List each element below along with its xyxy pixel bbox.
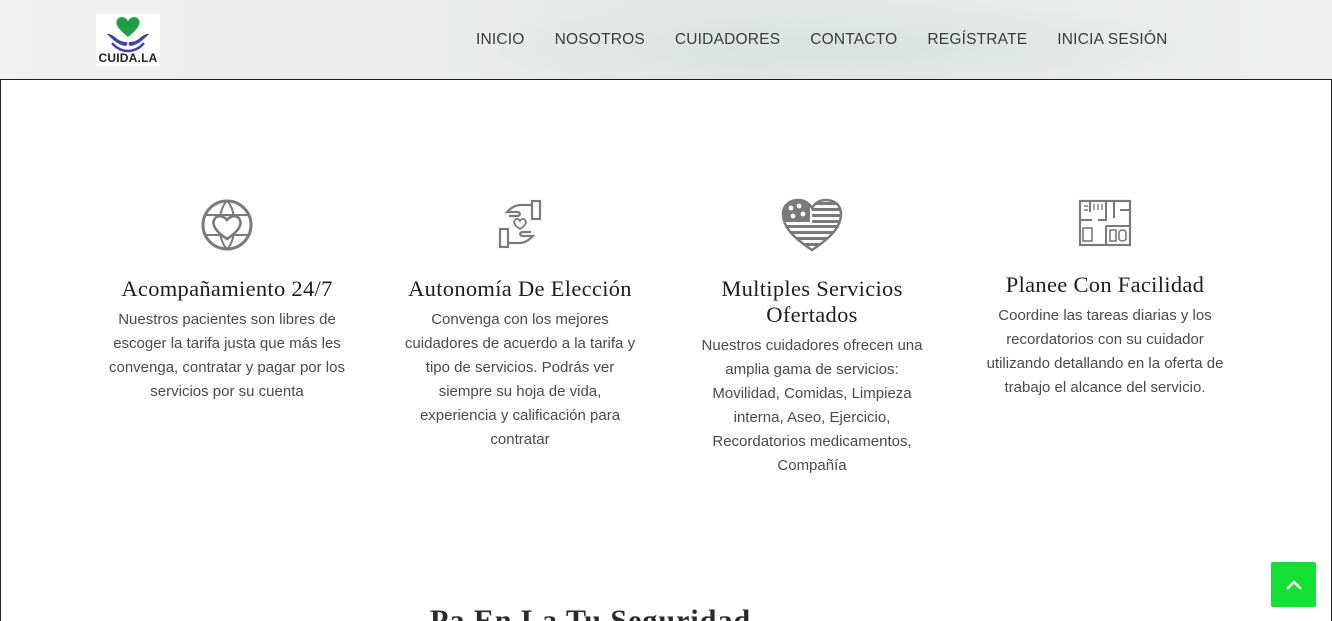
- brand-name: CUIDA.LA: [98, 51, 158, 65]
- feature-description: Coordine las tareas diarias y los record…: [986, 307, 1224, 396]
- feature-title: Planee Con Facilidad: [1005, 272, 1205, 297]
- floor-plan-icon: [1078, 199, 1132, 247]
- feature-card: Planee Con Facilidad Coordine las tareas…: [985, 198, 1225, 400]
- hands-heart-icon: [498, 199, 542, 249]
- feature-description: Nuestros cuidadores ofrecen una amplia g…: [701, 337, 923, 474]
- feature-description: Nuestros pacientes son libres de escoger…: [109, 311, 345, 400]
- chevron-up-icon: [1285, 579, 1302, 590]
- feature-title: Acompañamiento 24/7: [121, 276, 333, 301]
- brand-logo[interactable]: CUIDA.LA: [96, 14, 160, 66]
- feature-card: Autonomía De Elección Convenga con los m…: [400, 198, 640, 452]
- feature-card: Multiples Servicios Ofertados Nuestros c…: [692, 198, 932, 478]
- feature-card: Acompañamiento 24/7 Nuestros pacientes s…: [107, 198, 347, 404]
- heart-hands-icon: [107, 17, 149, 53]
- section-heading: Pa En La Tu Seguridad: [430, 604, 752, 621]
- feature-description: Convenga con los mejores cuidadores de a…: [404, 311, 636, 448]
- back-to-top-button[interactable]: [1271, 562, 1316, 607]
- nav-inicio[interactable]: INICIO: [476, 30, 525, 50]
- navbar: CUIDA.LA INICIO NOSOTROS CUIDADORES CONT…: [0, 0, 1332, 80]
- feature-title: Autonomía De Elección: [408, 276, 632, 301]
- striped-heart-icon: [781, 198, 843, 252]
- nav-cuidadores[interactable]: CUIDADORES: [675, 30, 780, 50]
- globe-heart-icon: [201, 199, 253, 251]
- nav-contacto[interactable]: CONTACTO: [810, 30, 897, 50]
- main-nav: INICIO NOSOTROS CUIDADORES CONTACTO REGÍ…: [476, 30, 1168, 50]
- page-border-left: [0, 80, 1, 621]
- feature-title: Multiples Servicios Ofertados: [721, 276, 903, 327]
- nav-nosotros[interactable]: NOSOTROS: [555, 30, 645, 50]
- nav-inicia-sesion[interactable]: INICIA SESIÓN: [1057, 30, 1167, 50]
- nav-registrate[interactable]: REGÍSTRATE: [927, 30, 1027, 50]
